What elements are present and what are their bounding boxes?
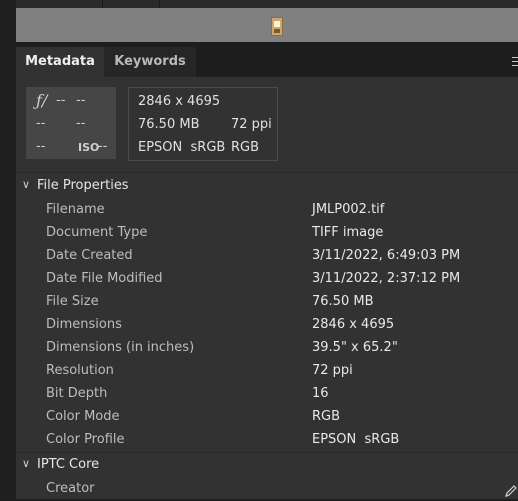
- metering-value: --: [36, 139, 46, 154]
- property-value: 72 ppi: [312, 363, 353, 378]
- section-iptc-core[interactable]: ∨ IPTC Core: [16, 454, 518, 476]
- image-file-size: 76.50 MB: [138, 117, 200, 132]
- section-title: IPTC Core: [37, 457, 100, 472]
- iso-label: ISO: [78, 141, 100, 154]
- flash-value: --: [76, 116, 86, 131]
- property-row-color-mode: Color Mode RGB: [16, 406, 518, 429]
- property-value: 3/11/2022, 6:49:03 PM: [312, 248, 461, 263]
- iso-value: --: [98, 139, 108, 154]
- property-label: Color Profile: [46, 432, 125, 447]
- property-row-document-type: Document Type TIFF image: [16, 222, 518, 245]
- menu-icon[interactable]: [510, 56, 518, 68]
- property-value: 16: [312, 386, 329, 401]
- property-row-date-created: Date Created 3/11/2022, 6:49:03 PM: [16, 245, 518, 268]
- property-row-dimensions-inches: Dimensions (in inches) 39.5" x 65.2": [16, 337, 518, 360]
- left-edge: [0, 0, 16, 499]
- property-value: EPSON sRGB: [312, 432, 400, 447]
- section-title: File Properties: [37, 178, 129, 193]
- top-strip: [16, 0, 518, 8]
- shutter-value: --: [76, 93, 86, 108]
- property-row-color-profile: Color Profile EPSON sRGB: [16, 429, 518, 452]
- section-file-properties[interactable]: ∨ File Properties: [16, 175, 518, 197]
- image-color-profile: EPSON sRGB: [138, 140, 226, 155]
- property-value: 76.50 MB: [312, 294, 374, 309]
- property-row-file-size: File Size 76.50 MB: [16, 291, 518, 314]
- property-label: Dimensions: [46, 317, 122, 332]
- exposure-comp-value: --: [36, 116, 46, 131]
- image-summary-box: 2846 x 4695 76.50 MB 72 ppi EPSON sRGB R…: [128, 87, 278, 161]
- property-label: Dimensions (in inches): [46, 340, 195, 355]
- property-label: Creator: [46, 481, 95, 496]
- property-label: Document Type: [46, 225, 148, 240]
- property-row-bit-depth: Bit Depth 16: [16, 383, 518, 406]
- aperture-value: --: [56, 93, 66, 108]
- image-thumbnail[interactable]: [271, 17, 283, 36]
- tab-metadata[interactable]: Metadata: [16, 47, 104, 77]
- image-resolution: 72 ppi: [231, 117, 272, 132]
- property-label: Resolution: [46, 363, 114, 378]
- property-value: 3/11/2022, 2:37:12 PM: [312, 271, 461, 286]
- property-row-filename: Filename JMLP002.tif: [16, 199, 518, 222]
- property-label: Date File Modified: [46, 271, 163, 286]
- property-value: TIFF image: [312, 225, 384, 240]
- property-value: 2846 x 4695: [312, 317, 395, 332]
- property-row-dimensions: Dimensions 2846 x 4695: [16, 314, 518, 337]
- property-row-date-modified: Date File Modified 3/11/2022, 2:37:12 PM: [16, 268, 518, 291]
- tab-bar: Metadata Keywords: [16, 47, 518, 77]
- metadata-panel: ƒ/ -- -- -- -- -- ISO -- 2846 x 4695 76.…: [16, 77, 518, 499]
- property-row-resolution: Resolution 72 ppi: [16, 360, 518, 383]
- property-label: Date Created: [46, 248, 133, 263]
- property-value: 39.5" x 65.2": [312, 340, 398, 355]
- property-label: Filename: [46, 202, 105, 217]
- image-color-mode: RGB: [231, 140, 260, 155]
- property-value: JMLP002.tif: [312, 202, 385, 217]
- property-label: Bit Depth: [46, 386, 108, 401]
- pencil-icon[interactable]: [504, 484, 518, 498]
- property-value: RGB: [312, 409, 341, 424]
- property-row-creator: Creator: [16, 478, 518, 501]
- chevron-down-icon[interactable]: ∨: [22, 178, 30, 191]
- property-label: Color Mode: [46, 409, 120, 424]
- property-label: File Size: [46, 294, 99, 309]
- aperture-icon: ƒ/: [36, 91, 48, 110]
- camera-data-box: ƒ/ -- -- -- -- -- ISO --: [26, 87, 116, 159]
- tab-keywords[interactable]: Keywords: [104, 47, 196, 77]
- image-dimensions: 2846 x 4695: [138, 94, 221, 109]
- preview-area: [16, 8, 518, 42]
- chevron-down-icon[interactable]: ∨: [22, 457, 30, 470]
